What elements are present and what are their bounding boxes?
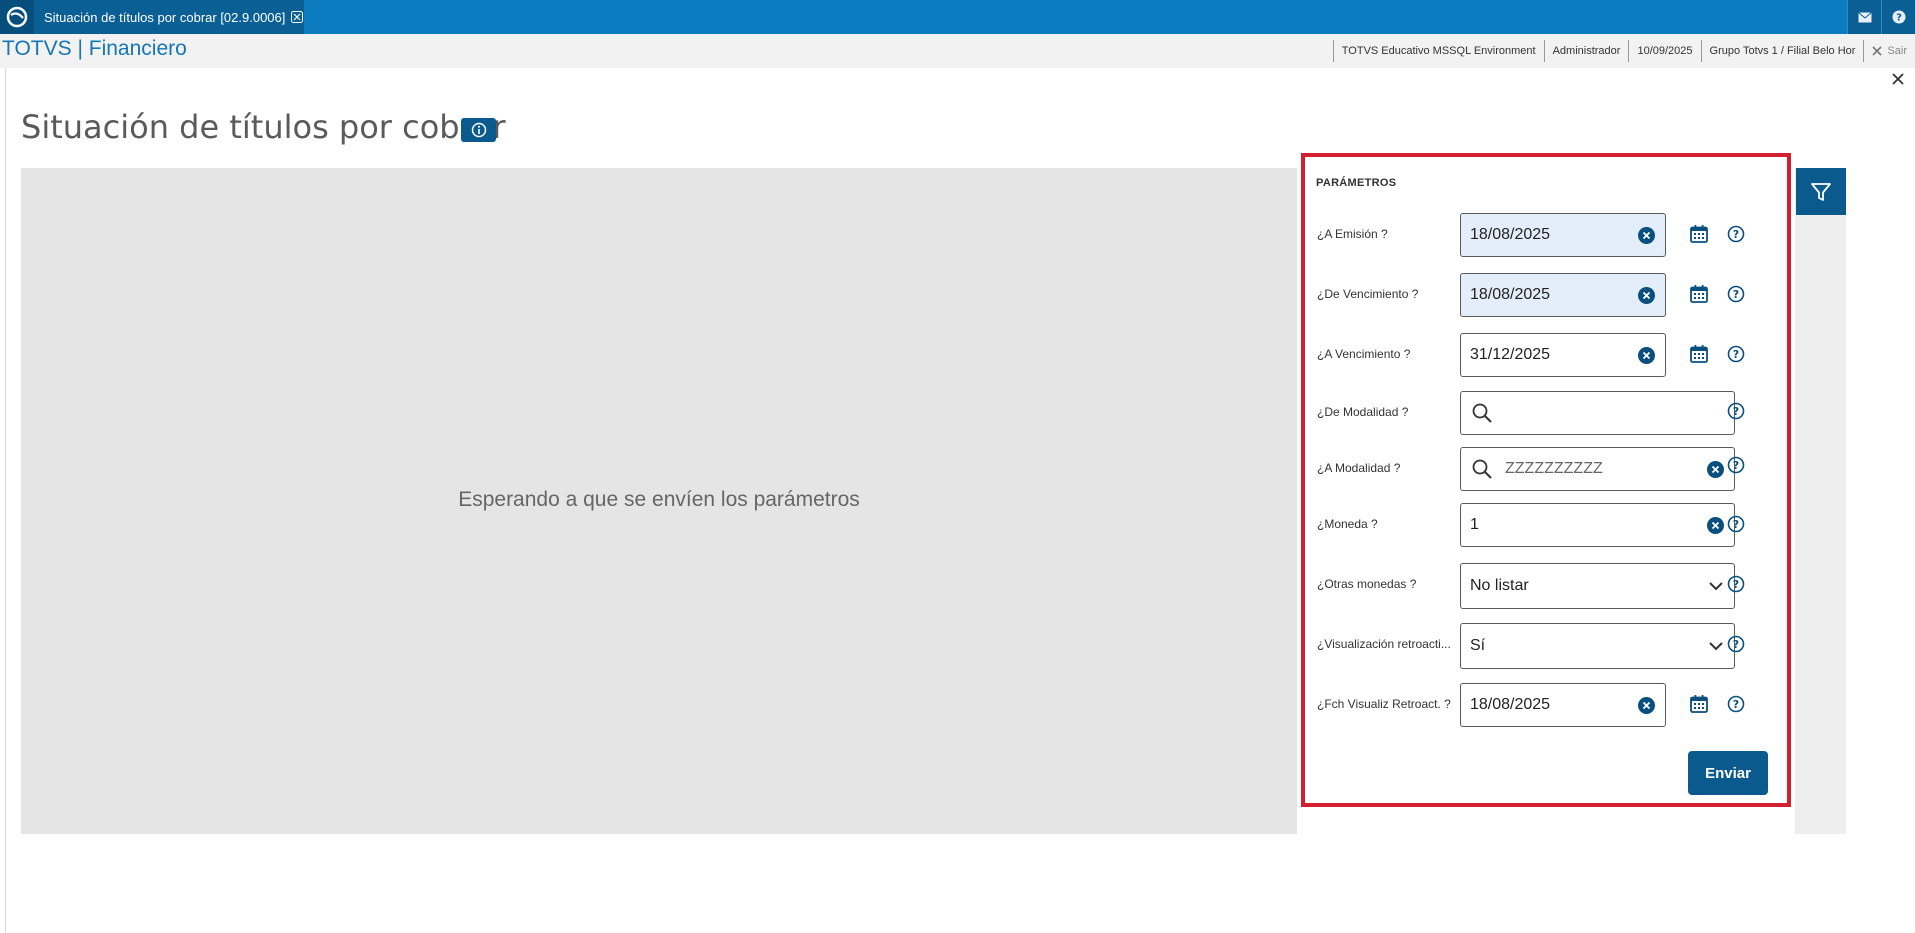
svg-text:?: ? xyxy=(1733,405,1739,418)
logout-label: Sair xyxy=(1887,45,1907,57)
page-title: Situación de títulos por cobrar xyxy=(21,108,506,146)
field-value: No listar xyxy=(1470,577,1529,594)
header-bar: TOTVS | Financiero TOTVS Educativo MSSQL… xyxy=(0,34,1915,68)
param-row-emision-to: ¿A Emisión ? 18/08/2025 ? xyxy=(1305,213,1787,257)
field-value: 18/08/2025 xyxy=(1470,226,1551,243)
close-page-icon[interactable] xyxy=(1891,72,1905,91)
environment-label: TOTVS Educativo MSSQL Environment xyxy=(1332,40,1544,62)
param-row-visualizacion-retroactiva: ¿Visualización retroacti... Sí ? xyxy=(1305,623,1787,669)
svg-text:?: ? xyxy=(1733,348,1739,361)
select-visualizacion-retroactiva[interactable]: Sí xyxy=(1460,623,1735,669)
totvs-logo-icon[interactable] xyxy=(0,0,34,34)
chevron-down-icon xyxy=(1708,638,1724,654)
logout-button[interactable]: Sair xyxy=(1863,40,1915,62)
send-button[interactable]: Enviar xyxy=(1688,751,1768,795)
field-value: Sí xyxy=(1470,637,1486,654)
close-icon xyxy=(1872,46,1883,56)
report-area: Esperando a que se envíen los parámetros xyxy=(21,168,1297,834)
parameters-heading: PARÁMETROS xyxy=(1316,177,1397,189)
date-label: 10/09/2025 xyxy=(1628,40,1700,62)
help-icon[interactable]: ? xyxy=(1727,225,1745,243)
param-label: ¿Visualización retroacti... xyxy=(1317,637,1451,651)
clear-icon[interactable] xyxy=(1707,517,1724,534)
svg-text:?: ? xyxy=(1733,578,1739,591)
clear-icon[interactable] xyxy=(1638,347,1655,364)
svg-text:?: ? xyxy=(1733,698,1739,711)
clear-icon[interactable] xyxy=(1707,461,1724,478)
lookup-field-modalidad-from[interactable] xyxy=(1460,391,1735,435)
param-row-modalidad-to: ¿A Modalidad ? ZZZZZZZZZZ ? xyxy=(1305,447,1787,491)
param-row-otras-monedas: ¿Otras monedas ? No listar ? xyxy=(1305,563,1787,609)
field-value: 18/08/2025 xyxy=(1470,696,1551,713)
calendar-icon[interactable] xyxy=(1689,694,1709,714)
param-label: ¿A Emisión ? xyxy=(1317,227,1388,241)
search-icon xyxy=(1471,402,1493,424)
field-value: ZZZZZZZZZZ xyxy=(1505,460,1603,477)
clear-icon[interactable] xyxy=(1638,287,1655,304)
mail-icon[interactable] xyxy=(1847,0,1881,34)
svg-text:?: ? xyxy=(1733,459,1739,472)
date-field-vencimiento-to[interactable]: 31/12/2025 xyxy=(1460,333,1666,377)
help-icon[interactable]: ? xyxy=(1727,575,1745,593)
calendar-icon[interactable] xyxy=(1689,284,1709,304)
help-icon[interactable]: ? xyxy=(1727,345,1745,363)
help-circle-icon[interactable]: ? xyxy=(1881,0,1915,34)
field-value: 31/12/2025 xyxy=(1470,346,1551,363)
lookup-field-modalidad-to[interactable]: ZZZZZZZZZZ xyxy=(1460,447,1735,491)
svg-text:?: ? xyxy=(1733,638,1739,651)
help-icon[interactable]: ? xyxy=(1727,635,1745,653)
param-label: ¿A Modalidad ? xyxy=(1317,461,1401,475)
branch-label: Grupo Totvs 1 / Filial Belo Hor xyxy=(1700,40,1864,62)
field-value: 18/08/2025 xyxy=(1470,286,1551,303)
calendar-icon[interactable] xyxy=(1689,224,1709,244)
help-icon[interactable]: ? xyxy=(1727,695,1745,713)
param-label: ¿Otras monedas ? xyxy=(1317,577,1417,591)
svg-text:?: ? xyxy=(1733,518,1739,531)
svg-text:?: ? xyxy=(1733,228,1739,241)
help-icon[interactable]: ? xyxy=(1727,402,1745,420)
tab-close-icon[interactable] xyxy=(291,11,304,23)
filter-icon xyxy=(1811,182,1831,201)
select-otras-monedas[interactable]: No listar xyxy=(1460,563,1735,609)
app-title: TOTVS | Financiero xyxy=(2,37,187,60)
chevron-down-icon xyxy=(1708,578,1724,594)
tab-active[interactable]: Situación de títulos por cobrar [02.9.00… xyxy=(34,0,304,34)
info-icon xyxy=(471,122,486,138)
input-field-moneda[interactable]: 1 xyxy=(1460,503,1735,547)
date-field-fch-visualiz-retroact[interactable]: 18/08/2025 xyxy=(1460,683,1666,727)
param-row-fch-visualiz-retroact: ¿Fch Visualiz Retroact. ? 18/08/2025 ? xyxy=(1305,683,1787,727)
param-label: ¿Fch Visualiz Retroact. ? xyxy=(1317,697,1451,711)
help-icon[interactable]: ? xyxy=(1727,285,1745,303)
date-field-vencimiento-from[interactable]: 18/08/2025 xyxy=(1460,273,1666,317)
tab-title: Situación de títulos por cobrar [02.9.00… xyxy=(44,9,286,25)
filter-button[interactable] xyxy=(1796,168,1846,215)
field-value: 1 xyxy=(1470,516,1479,533)
param-label: ¿De Modalidad ? xyxy=(1317,405,1409,419)
user-label: Administrador xyxy=(1543,40,1629,62)
svg-text:?: ? xyxy=(1896,13,1902,24)
clear-icon[interactable] xyxy=(1638,697,1655,714)
param-label: ¿A Vencimiento ? xyxy=(1317,347,1411,361)
date-field-emision-to[interactable]: 18/08/2025 xyxy=(1460,213,1666,257)
param-label: ¿De Vencimiento ? xyxy=(1317,287,1419,301)
search-icon xyxy=(1471,458,1493,480)
waiting-message: Esperando a que se envíen los parámetros xyxy=(458,488,860,511)
help-icon[interactable]: ? xyxy=(1727,515,1745,533)
session-info: TOTVS Educativo MSSQL Environment Admini… xyxy=(1332,40,1915,62)
svg-text:?: ? xyxy=(1733,288,1739,301)
info-button[interactable] xyxy=(461,118,496,142)
param-row-vencimiento-from: ¿De Vencimiento ? 18/08/2025 ? xyxy=(1305,273,1787,317)
param-row-moneda: ¿Moneda ? 1 ? xyxy=(1305,503,1787,547)
param-row-modalidad-from: ¿De Modalidad ? ? xyxy=(1305,391,1787,435)
param-row-vencimiento-to: ¿A Vencimiento ? 31/12/2025 ? xyxy=(1305,333,1787,377)
parameters-panel: PARÁMETROS ¿A Emisión ? 18/08/2025 ? ¿De… xyxy=(1301,153,1791,807)
param-label: ¿Moneda ? xyxy=(1317,517,1378,531)
help-icon[interactable]: ? xyxy=(1727,456,1745,474)
clear-icon[interactable] xyxy=(1638,227,1655,244)
calendar-icon[interactable] xyxy=(1689,344,1709,364)
top-bar: Situación de títulos por cobrar [02.9.00… xyxy=(0,0,1915,34)
